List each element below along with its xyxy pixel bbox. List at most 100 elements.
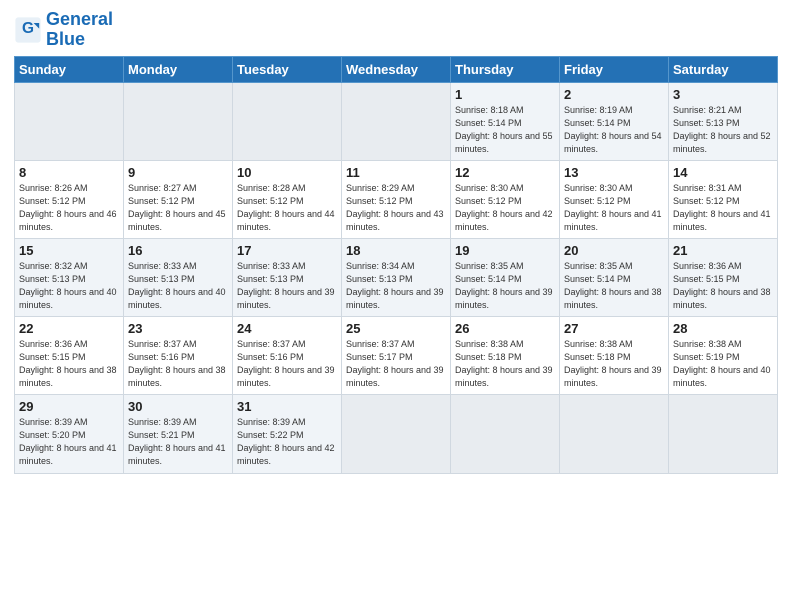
day-number: 29 xyxy=(19,399,119,414)
day-number: 31 xyxy=(237,399,337,414)
calendar-cell xyxy=(669,395,778,473)
header: G General Blue xyxy=(14,10,778,50)
calendar-cell: 23 Sunrise: 8:37 AMSunset: 5:16 PMDayligh… xyxy=(124,317,233,395)
day-number: 17 xyxy=(237,243,337,258)
day-number: 11 xyxy=(346,165,446,180)
day-info: Sunrise: 8:35 AMSunset: 5:14 PMDaylight:… xyxy=(564,260,664,312)
weekday-header: Sunday xyxy=(15,56,124,82)
day-info: Sunrise: 8:35 AMSunset: 5:14 PMDaylight:… xyxy=(455,260,555,312)
day-info: Sunrise: 8:26 AMSunset: 5:12 PMDaylight:… xyxy=(19,182,119,234)
calendar-cell: 26Sunrise: 8:38 AMSunset: 5:18 PMDayligh… xyxy=(451,317,560,395)
day-info: Sunrise: 8:37 AMSunset: 5:16 PMDaylight:… xyxy=(237,338,337,390)
day-number: 14 xyxy=(673,165,773,180)
calendar-cell: 14 Sunrise: 8:31 AMSunset: 5:12 PMDayligh… xyxy=(669,160,778,238)
day-info: Sunrise: 8:38 AMSunset: 5:18 PMDaylight:… xyxy=(564,338,664,390)
day-info: Sunrise: 8:38 AMSunset: 5:19 PMDaylight:… xyxy=(673,338,773,390)
day-number: 18 xyxy=(346,243,446,258)
calendar-cell: 31Sunrise: 8:39 AMSunset: 5:22 PMDayligh… xyxy=(233,395,342,473)
calendar-week-row: 22 Sunrise: 8:36 AMSunset: 5:15 PMDayligh… xyxy=(15,317,778,395)
weekday-header: Monday xyxy=(124,56,233,82)
calendar-cell xyxy=(451,395,560,473)
day-number: 25 xyxy=(346,321,446,336)
day-number: 8 xyxy=(19,165,119,180)
calendar-cell: 12 Sunrise: 8:30 AMSunset: 5:12 PMDayligh… xyxy=(451,160,560,238)
day-number: 16 xyxy=(128,243,228,258)
calendar-week-row: 1 Sunrise: 8:18 AMSunset: 5:14 PMDaylight… xyxy=(15,82,778,160)
calendar-cell: 11 Sunrise: 8:29 AMSunset: 5:12 PMDayligh… xyxy=(342,160,451,238)
calendar-cell: 20 Sunrise: 8:35 AMSunset: 5:14 PMDayligh… xyxy=(560,238,669,316)
day-number: 15 xyxy=(19,243,119,258)
day-info: Sunrise: 8:33 AMSunset: 5:13 PMDaylight:… xyxy=(128,260,228,312)
day-number: 28 xyxy=(673,321,773,336)
calendar-cell xyxy=(342,395,451,473)
calendar-cell xyxy=(233,82,342,160)
calendar-cell: 18 Sunrise: 8:34 AMSunset: 5:13 PMDayligh… xyxy=(342,238,451,316)
calendar-cell: 10Sunrise: 8:28 AMSunset: 5:12 PMDayligh… xyxy=(233,160,342,238)
day-info: Sunrise: 8:21 AMSunset: 5:13 PMDaylight:… xyxy=(673,104,773,156)
calendar-cell: 25 Sunrise: 8:37 AMSunset: 5:17 PMDayligh… xyxy=(342,317,451,395)
day-info: Sunrise: 8:37 AMSunset: 5:16 PMDaylight:… xyxy=(128,338,228,390)
calendar-cell: 3Sunrise: 8:21 AMSunset: 5:13 PMDaylight… xyxy=(669,82,778,160)
calendar-cell: 16 Sunrise: 8:33 AMSunset: 5:13 PMDayligh… xyxy=(124,238,233,316)
calendar-table: SundayMondayTuesdayWednesdayThursdayFrid… xyxy=(14,56,778,474)
day-number: 12 xyxy=(455,165,555,180)
day-number: 19 xyxy=(455,243,555,258)
day-number: 13 xyxy=(564,165,664,180)
weekday-header: Saturday xyxy=(669,56,778,82)
calendar-cell: 24 Sunrise: 8:37 AMSunset: 5:16 PMDayligh… xyxy=(233,317,342,395)
calendar-cell xyxy=(124,82,233,160)
day-number: 21 xyxy=(673,243,773,258)
calendar-cell: 9 Sunrise: 8:27 AMSunset: 5:12 PMDaylight… xyxy=(124,160,233,238)
calendar-cell xyxy=(15,82,124,160)
day-info: Sunrise: 8:39 AMSunset: 5:21 PMDaylight:… xyxy=(128,416,228,468)
calendar-cell: 22 Sunrise: 8:36 AMSunset: 5:15 PMDayligh… xyxy=(15,317,124,395)
calendar-cell: 19 Sunrise: 8:35 AMSunset: 5:14 PMDayligh… xyxy=(451,238,560,316)
day-info: Sunrise: 8:30 AMSunset: 5:12 PMDaylight:… xyxy=(455,182,555,234)
day-info: Sunrise: 8:29 AMSunset: 5:12 PMDaylight:… xyxy=(346,182,446,234)
calendar-cell: 27 Sunrise: 8:38 AMSunset: 5:18 PMDayligh… xyxy=(560,317,669,395)
calendar-cell: 29 Sunrise: 8:39 AMSunset: 5:20 PMDayligh… xyxy=(15,395,124,473)
calendar-cell: 28 Sunrise: 8:38 AMSunset: 5:19 PMDayligh… xyxy=(669,317,778,395)
day-number: 30 xyxy=(128,399,228,414)
logo-line2: Blue xyxy=(46,29,85,49)
day-number: 23 xyxy=(128,321,228,336)
header-row: SundayMondayTuesdayWednesdayThursdayFrid… xyxy=(15,56,778,82)
day-info: Sunrise: 8:34 AMSunset: 5:13 PMDaylight:… xyxy=(346,260,446,312)
calendar-cell xyxy=(342,82,451,160)
day-info: Sunrise: 8:33 AMSunset: 5:13 PMDaylight:… xyxy=(237,260,337,312)
svg-text:G: G xyxy=(22,20,34,37)
calendar-cell: 2 Sunrise: 8:19 AMSunset: 5:14 PMDaylight… xyxy=(560,82,669,160)
day-info: Sunrise: 8:30 AMSunset: 5:12 PMDaylight:… xyxy=(564,182,664,234)
calendar-cell: 15 Sunrise: 8:32 AMSunset: 5:13 PMDayligh… xyxy=(15,238,124,316)
day-number: 22 xyxy=(19,321,119,336)
day-info: Sunrise: 8:31 AMSunset: 5:12 PMDaylight:… xyxy=(673,182,773,234)
calendar-week-row: 29 Sunrise: 8:39 AMSunset: 5:20 PMDayligh… xyxy=(15,395,778,473)
day-info: Sunrise: 8:32 AMSunset: 5:13 PMDaylight:… xyxy=(19,260,119,312)
logo-icon: G xyxy=(14,16,42,44)
day-info: Sunrise: 8:19 AMSunset: 5:14 PMDaylight:… xyxy=(564,104,664,156)
day-info: Sunrise: 8:18 AMSunset: 5:14 PMDaylight:… xyxy=(455,104,555,156)
day-number: 9 xyxy=(128,165,228,180)
calendar-cell xyxy=(560,395,669,473)
day-info: Sunrise: 8:39 AMSunset: 5:20 PMDaylight:… xyxy=(19,416,119,468)
day-number: 20 xyxy=(564,243,664,258)
day-number: 24 xyxy=(237,321,337,336)
weekday-header: Friday xyxy=(560,56,669,82)
calendar-week-row: 8 Sunrise: 8:26 AMSunset: 5:12 PMDaylight… xyxy=(15,160,778,238)
day-number: 26 xyxy=(455,321,555,336)
day-info: Sunrise: 8:27 AMSunset: 5:12 PMDaylight:… xyxy=(128,182,228,234)
calendar-cell: 30 Sunrise: 8:39 AMSunset: 5:21 PMDayligh… xyxy=(124,395,233,473)
weekday-header: Thursday xyxy=(451,56,560,82)
day-number: 2 xyxy=(564,87,664,102)
day-info: Sunrise: 8:36 AMSunset: 5:15 PMDaylight:… xyxy=(19,338,119,390)
weekday-header: Tuesday xyxy=(233,56,342,82)
day-number: 1 xyxy=(455,87,555,102)
calendar-container: G General Blue SundayMondayTuesdayWednes… xyxy=(0,0,792,484)
calendar-cell: 1 Sunrise: 8:18 AMSunset: 5:14 PMDaylight… xyxy=(451,82,560,160)
calendar-cell: 21Sunrise: 8:36 AMSunset: 5:15 PMDayligh… xyxy=(669,238,778,316)
day-number: 27 xyxy=(564,321,664,336)
day-info: Sunrise: 8:28 AMSunset: 5:12 PMDaylight:… xyxy=(237,182,337,234)
logo: G General Blue xyxy=(14,10,113,50)
calendar-cell: 8 Sunrise: 8:26 AMSunset: 5:12 PMDaylight… xyxy=(15,160,124,238)
day-info: Sunrise: 8:37 AMSunset: 5:17 PMDaylight:… xyxy=(346,338,446,390)
